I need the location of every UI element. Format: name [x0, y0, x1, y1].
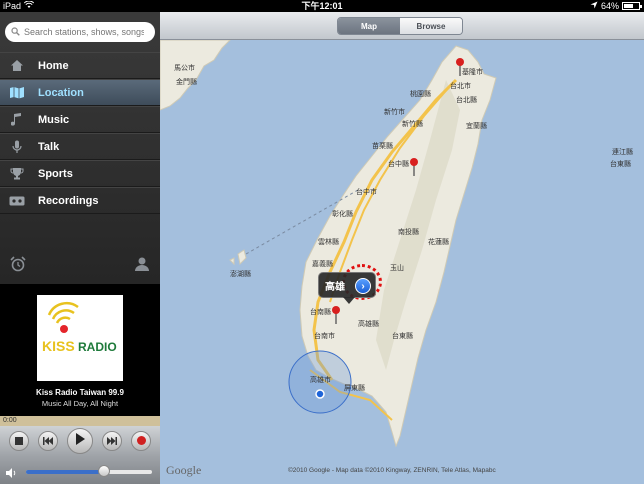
app-frame: iPad 下午12:01 64% Home	[0, 0, 644, 484]
callout-pointer	[343, 297, 355, 304]
label-taichung-city: 台中市	[356, 187, 377, 196]
battery-percent: 64%	[600, 1, 619, 11]
map-copyright: ©2010 Google - Map data ©2010 Kingway, Z…	[288, 467, 496, 474]
google-watermark: Google	[166, 463, 202, 477]
location-arrow-icon	[590, 0, 598, 12]
label-taitung: 台東縣	[392, 331, 413, 340]
label-taitung-east: 台東縣	[610, 159, 631, 168]
disclosure-arrow-icon[interactable]: ›	[355, 278, 371, 294]
label-kaohsiung-county: 高雄縣	[358, 319, 379, 328]
volume-fill	[26, 470, 105, 474]
label-pingtung: 屏東縣	[344, 383, 365, 392]
sidebar-item-label: Home	[38, 59, 69, 72]
label-taipei-county: 台北縣	[456, 95, 477, 104]
stop-button[interactable]	[8, 431, 29, 451]
label-kaohsiung-city: 高雄市	[310, 375, 331, 384]
sidebar-item-label: Talk	[38, 140, 60, 153]
record-icon	[136, 432, 146, 450]
label-nantou: 南投縣	[398, 227, 419, 236]
status-time: 下午12:01	[301, 1, 343, 11]
label-yilan: 宜蘭縣	[466, 121, 487, 130]
sidebar-item-label: Music	[38, 113, 70, 126]
svg-text:RADIO: RADIO	[78, 340, 117, 354]
cassette-icon	[8, 193, 26, 209]
sidebar-nav: Home Location Music Talk Sports Recordin…	[0, 52, 160, 214]
now-playing-panel: KISS RADIO Kiss Radio Taiwan 99.9 Music …	[0, 284, 160, 484]
battery-icon	[622, 2, 642, 10]
previous-button[interactable]	[37, 431, 58, 451]
volume-bar	[0, 456, 160, 484]
browse-segment-button[interactable]: Browse	[400, 18, 462, 34]
label-yunlin: 雲林縣	[318, 237, 339, 246]
label-magong: 馬公市	[174, 63, 195, 72]
station-logo: KISS RADIO	[37, 295, 123, 381]
label-tainan-city: 台南市	[314, 331, 335, 340]
volume-slider[interactable]	[26, 465, 152, 477]
penghu-islands	[229, 249, 247, 266]
label-hualien: 花蓮縣	[428, 237, 449, 246]
microphone-icon	[8, 139, 26, 155]
status-right: 64%	[590, 0, 642, 12]
elapsed-time: 0:00	[3, 417, 17, 424]
speaker-icon	[6, 465, 18, 483]
station-name: Kiss Radio Taiwan 99.9	[36, 388, 124, 397]
sidebar-item-location[interactable]: Location	[0, 79, 160, 106]
map-icon	[8, 85, 26, 101]
play-button[interactable]	[66, 428, 93, 454]
label-hsinchu-county: 新竹縣	[402, 119, 423, 128]
search-icon	[11, 23, 20, 41]
user-icon[interactable]	[134, 256, 150, 277]
station-tagline: Music All Day, All Night	[41, 399, 119, 408]
record-button[interactable]	[131, 431, 152, 451]
sidebar-item-talk[interactable]: Talk	[0, 133, 160, 160]
status-bar: iPad 下午12:01 64%	[0, 0, 644, 12]
volume-knob[interactable]	[98, 465, 111, 477]
current-location-dot	[315, 389, 325, 399]
play-icon	[75, 432, 85, 450]
sidebar-item-recordings[interactable]: Recordings	[0, 187, 160, 214]
sidebar-footer	[0, 248, 160, 284]
map-callout[interactable]: 高雄 ›	[318, 272, 376, 304]
next-button[interactable]	[102, 431, 123, 451]
label-tainan-county: 台南縣	[310, 307, 331, 316]
alarm-clock-icon[interactable]	[10, 256, 26, 277]
map-view[interactable]: Map Browse 基隆市 台北市 台北縣 桃園縣 新竹市 新竹縣 宜蘭縣 苗…	[160, 12, 644, 484]
mainland-coast	[160, 40, 231, 111]
label-yushan: 玉山	[390, 263, 404, 272]
sidebar-item-sports[interactable]: Sports	[0, 160, 160, 187]
taiwan-map[interactable]: 基隆市 台北市 台北縣 桃園縣 新竹市 新竹縣 宜蘭縣 苗栗縣 台中市 台中縣 …	[160, 40, 644, 484]
label-taipei-city: 台北市	[450, 81, 471, 90]
callout-title: 高雄	[325, 281, 345, 293]
home-icon	[8, 58, 26, 74]
fast-forward-icon	[107, 432, 118, 450]
search-input[interactable]	[24, 27, 144, 37]
sidebar-item-label: Location	[38, 86, 84, 99]
sidebar-item-music[interactable]: Music	[0, 106, 160, 133]
playback-controls	[0, 426, 160, 456]
rewind-icon	[42, 432, 53, 450]
search-box[interactable]	[5, 22, 155, 42]
svg-text:KISS: KISS	[42, 338, 75, 354]
sidebar-item-label: Sports	[38, 167, 73, 180]
label-chiayi: 嘉義縣	[312, 259, 333, 268]
map-segment-button[interactable]: Map	[338, 18, 400, 34]
trophy-icon	[8, 166, 26, 182]
label-changhua: 彰化縣	[332, 209, 353, 218]
label-penghu: 澎湖縣	[230, 269, 251, 278]
label-kinmen: 金門縣	[176, 77, 197, 86]
music-note-icon	[8, 112, 26, 128]
label-taoyuan: 桃園縣	[410, 89, 431, 98]
sidebar: Home Location Music Talk Sports Recordin…	[0, 12, 160, 284]
sidebar-item-home[interactable]: Home	[0, 52, 160, 79]
map-toolbar: Map Browse	[160, 12, 644, 40]
label-miaoli: 苗栗縣	[372, 141, 393, 150]
label-lienchiang: 連江縣	[612, 147, 633, 156]
label-hsinchu-city: 新竹市	[384, 107, 405, 116]
view-segmented-control: Map Browse	[337, 17, 463, 35]
label-keelung: 基隆市	[462, 67, 483, 76]
label-taichung-county: 台中縣	[388, 159, 409, 168]
sidebar-item-label: Recordings	[38, 194, 99, 207]
progress-bar[interactable]: 0:00	[0, 416, 160, 426]
stop-icon	[14, 432, 23, 450]
